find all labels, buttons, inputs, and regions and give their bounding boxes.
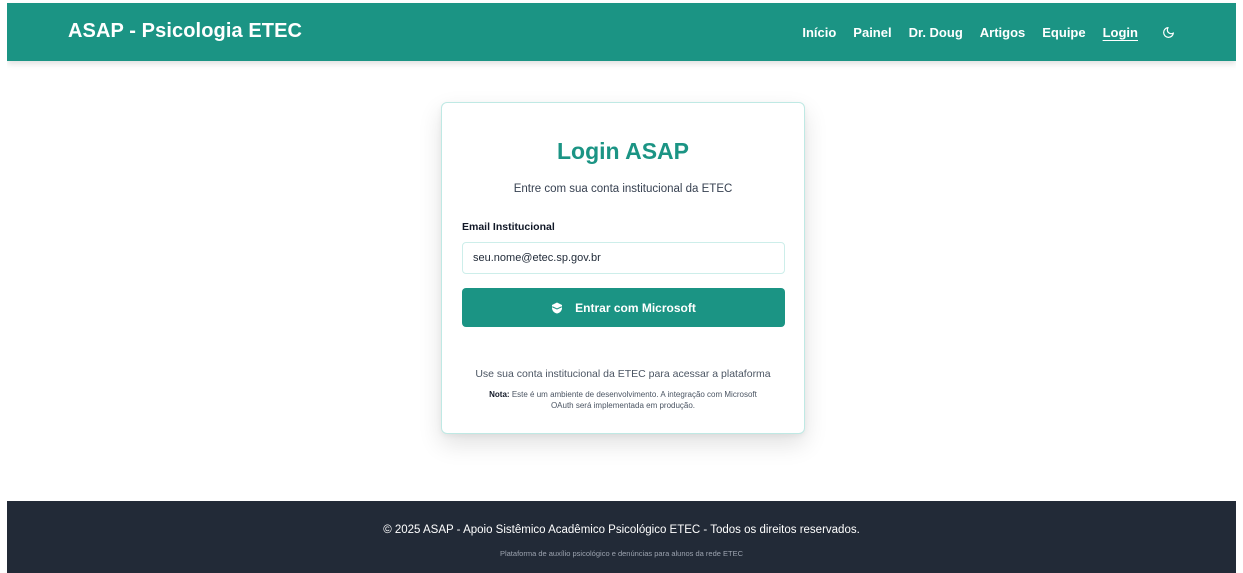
login-card: Login ASAP Entre com sua conta instituci… xyxy=(441,102,805,434)
nav-link-inicio[interactable]: Início xyxy=(802,25,836,40)
nav-link-login[interactable]: Login xyxy=(1103,25,1138,40)
shield-icon xyxy=(551,302,563,314)
note-text: Este é um ambiente de desenvolvimento. A… xyxy=(511,390,757,410)
nav-link-dr-doug[interactable]: Dr. Doug xyxy=(909,25,963,40)
nav-link-artigos[interactable]: Artigos xyxy=(980,25,1026,40)
login-subtitle: Entre com sua conta institucional da ETE… xyxy=(513,183,733,195)
nav-link-equipe[interactable]: Equipe xyxy=(1042,25,1085,40)
microsoft-login-button[interactable]: Entrar com Microsoft xyxy=(462,288,785,327)
footer-copyright: © 2025 ASAP - Apoio Sistêmico Acadêmico … xyxy=(383,524,860,536)
page-left-border xyxy=(0,0,7,573)
nav-link-painel[interactable]: Painel xyxy=(853,25,891,40)
help-text: Use sua conta institucional da ETEC para… xyxy=(475,368,771,380)
brand-title[interactable]: ASAP - Psicologia ETEC xyxy=(68,20,302,43)
email-field[interactable] xyxy=(462,242,785,274)
page-footer: © 2025 ASAP - Apoio Sistêmico Acadêmico … xyxy=(7,501,1236,573)
microsoft-login-label: Entrar com Microsoft xyxy=(575,300,696,315)
nav-links: Início Painel Dr. Doug Artigos Equipe Lo… xyxy=(785,3,1176,61)
top-navbar: ASAP - Psicologia ETEC Início Painel Dr.… xyxy=(7,3,1236,61)
moon-icon[interactable] xyxy=(1160,24,1176,40)
dev-note: Nota: Este é um ambiente de desenvolvime… xyxy=(482,389,764,411)
email-label: Email Institucional xyxy=(462,221,555,233)
note-label: Nota: xyxy=(489,390,510,399)
page-right-border xyxy=(1236,0,1243,573)
login-title: Login ASAP xyxy=(556,138,690,164)
footer-tagline: Plataforma de auxílio psicológico e denú… xyxy=(499,549,744,558)
